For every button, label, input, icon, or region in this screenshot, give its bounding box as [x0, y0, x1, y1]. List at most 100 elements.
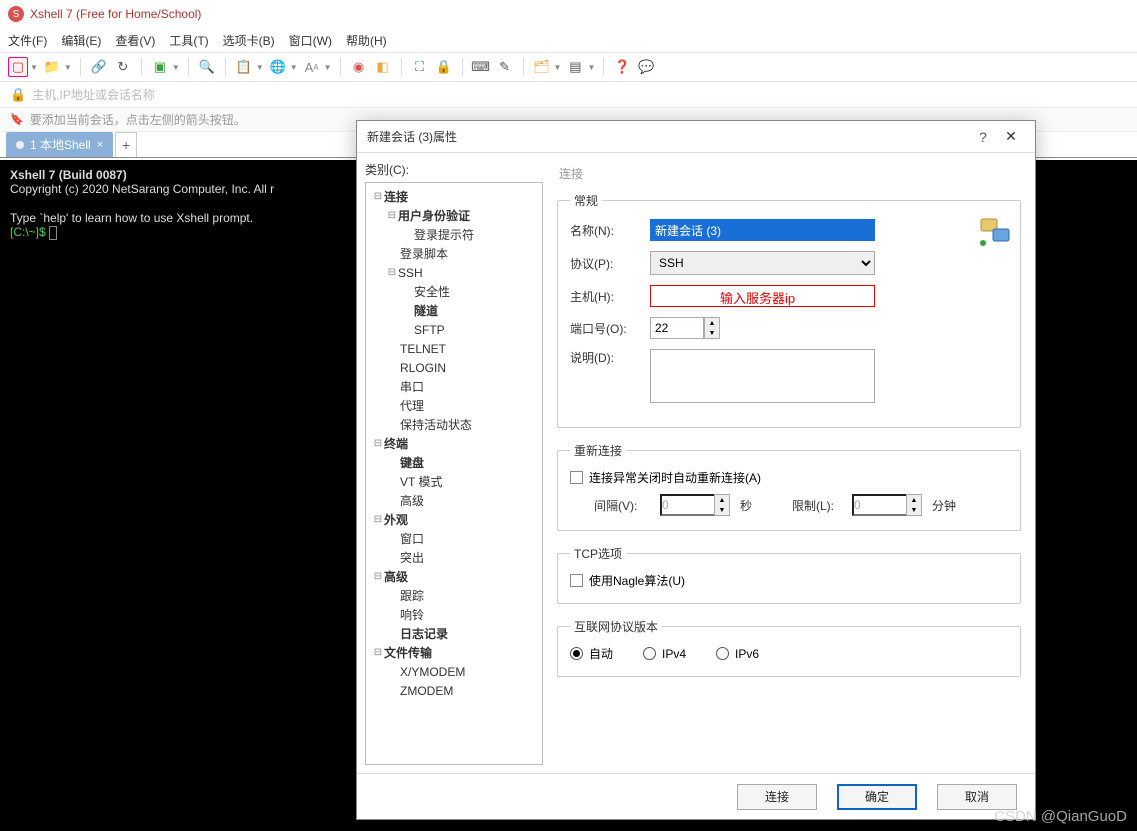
- category-tree[interactable]: ⊟连接 ⊟用户身份验证 登录提示符 登录脚本 ⊟SSH 安全性 隧道 SFTP …: [365, 182, 543, 765]
- tree-item-trace[interactable]: 跟踪: [400, 587, 424, 604]
- dropdown-icon[interactable]: ▼: [554, 63, 562, 72]
- tree-item-xymodem[interactable]: X/YMODEM: [400, 665, 465, 679]
- menu-help[interactable]: 帮助(H): [346, 32, 387, 49]
- dropdown-icon[interactable]: ▼: [64, 63, 72, 72]
- general-group: 常规 名称(N): 协议(P): SSH 主机(H): 输入服务器ip 端口号(…: [557, 192, 1021, 428]
- font-icon[interactable]: AA: [302, 57, 322, 77]
- menu-edit[interactable]: 编辑(E): [61, 32, 101, 49]
- collapse-icon[interactable]: ⊟: [386, 267, 398, 278]
- copy-icon[interactable]: 📋: [234, 57, 254, 77]
- ipver-ipv6-radio[interactable]: IPv6: [716, 647, 759, 661]
- tree-item-advanced[interactable]: 高级: [400, 492, 424, 509]
- spin-up-icon[interactable]: ▲: [907, 495, 921, 505]
- ok-button[interactable]: 确定: [837, 784, 917, 810]
- info-icon[interactable]: ❓: [612, 57, 632, 77]
- menu-tools[interactable]: 工具(T): [169, 32, 208, 49]
- keyboard-icon[interactable]: ⌨: [471, 57, 491, 77]
- session-tab[interactable]: 1 本地Shell ×: [6, 132, 113, 157]
- tree-item-proxy[interactable]: 代理: [400, 397, 424, 414]
- help-icon[interactable]: ?: [969, 129, 997, 145]
- tree-item-appearance[interactable]: 外观: [384, 511, 408, 528]
- address-input[interactable]: 主机,IP地址或会话名称: [32, 86, 155, 103]
- tree-item-keyboard[interactable]: 键盘: [400, 454, 424, 471]
- tree-item-connection[interactable]: 连接: [384, 188, 408, 205]
- open-icon[interactable]: 📁: [42, 57, 62, 77]
- add-tab-button[interactable]: +: [115, 132, 137, 157]
- menu-tabs[interactable]: 选项卡(B): [223, 32, 275, 49]
- tree-item-bell[interactable]: 响铃: [400, 606, 424, 623]
- limit-input[interactable]: [852, 494, 906, 516]
- name-input[interactable]: [650, 219, 875, 241]
- tree-item-vt[interactable]: VT 模式: [400, 473, 442, 490]
- collapse-icon[interactable]: ⊟: [372, 438, 384, 449]
- nagle-checkbox[interactable]: 使用Nagle算法(U): [570, 572, 1008, 589]
- new-session-icon[interactable]: ▢: [8, 57, 28, 77]
- dropdown-icon[interactable]: ▼: [324, 63, 332, 72]
- lock-icon[interactable]: 🔒: [434, 57, 454, 77]
- bookmark-icon[interactable]: 🔖: [10, 113, 24, 126]
- spin-up-icon[interactable]: ▲: [705, 318, 719, 328]
- dropdown-icon[interactable]: ▼: [587, 63, 595, 72]
- tree-item-security[interactable]: 安全性: [414, 283, 450, 300]
- hint-text: 要添加当前会话，点击左侧的箭头按钮。: [30, 111, 246, 128]
- protocol-select[interactable]: SSH: [650, 251, 875, 275]
- spin-down-icon[interactable]: ▼: [907, 505, 921, 515]
- collapse-icon[interactable]: ⊟: [372, 647, 384, 658]
- close-icon[interactable]: ✕: [997, 128, 1025, 145]
- host-input[interactable]: [650, 285, 875, 307]
- globe-icon[interactable]: 🌐: [268, 57, 288, 77]
- spin-down-icon[interactable]: ▼: [715, 505, 729, 515]
- tree-item-popup[interactable]: 突出: [400, 549, 424, 566]
- interval-input[interactable]: [660, 494, 714, 516]
- desc-textarea[interactable]: [650, 349, 875, 403]
- fullscreen-icon[interactable]: ⛶: [410, 57, 430, 77]
- color-scheme-icon[interactable]: ◉: [349, 57, 369, 77]
- ipver-auto-radio[interactable]: 自动: [570, 645, 613, 662]
- menu-file[interactable]: 文件(F): [8, 32, 47, 49]
- tree-item-login-prompt[interactable]: 登录提示符: [414, 226, 474, 243]
- tree-item-logging[interactable]: 日志记录: [400, 625, 448, 642]
- chat-icon[interactable]: 💬: [636, 57, 656, 77]
- layout-icon[interactable]: ▤: [565, 57, 585, 77]
- dropdown-icon[interactable]: ▼: [30, 63, 38, 72]
- search-icon[interactable]: 🔍: [197, 57, 217, 77]
- tree-item-login-script[interactable]: 登录脚本: [400, 245, 448, 262]
- spin-down-icon[interactable]: ▼: [705, 328, 719, 338]
- collapse-icon[interactable]: ⊟: [386, 210, 398, 221]
- refresh-icon[interactable]: ↻: [113, 57, 133, 77]
- link-icon[interactable]: 🔗: [89, 57, 109, 77]
- tree-item-tunnel[interactable]: 隧道: [414, 302, 438, 319]
- dropdown-icon[interactable]: ▼: [172, 63, 180, 72]
- tree-item-serial[interactable]: 串口: [400, 378, 424, 395]
- star-icon[interactable]: ◧: [373, 57, 393, 77]
- dropdown-icon[interactable]: ▼: [290, 63, 298, 72]
- connect-button[interactable]: 连接: [737, 784, 817, 810]
- tree-item-telnet[interactable]: TELNET: [400, 342, 446, 356]
- port-input[interactable]: [650, 317, 704, 339]
- collapse-icon[interactable]: ⊟: [372, 514, 384, 525]
- dialog-titlebar: 新建会话 (3)属性 ? ✕: [357, 121, 1035, 153]
- disconnect-icon[interactable]: ▣: [150, 57, 170, 77]
- tree-item-ssh[interactable]: SSH: [398, 266, 423, 280]
- tree-item-advanced2[interactable]: 高级: [384, 568, 408, 585]
- tree-item-window[interactable]: 窗口: [400, 530, 424, 547]
- tree-item-filetransfer[interactable]: 文件传输: [384, 644, 432, 661]
- tree-item-zmodem[interactable]: ZMODEM: [400, 684, 453, 698]
- spin-up-icon[interactable]: ▲: [715, 495, 729, 505]
- tree-item-terminal[interactable]: 终端: [384, 435, 408, 452]
- highlight-icon[interactable]: ✎: [495, 57, 515, 77]
- ipver-ipv4-radio[interactable]: IPv4: [643, 647, 686, 661]
- dropdown-icon[interactable]: ▼: [256, 63, 264, 72]
- tab-close-icon[interactable]: ×: [97, 139, 103, 151]
- auto-reconnect-checkbox[interactable]: 连接异常关闭时自动重新连接(A): [570, 469, 1008, 486]
- tree-item-sftp[interactable]: SFTP: [414, 323, 445, 337]
- tree-item-keepalive[interactable]: 保持活动状态: [400, 416, 472, 433]
- collapse-icon[interactable]: ⊟: [372, 191, 384, 202]
- menu-view[interactable]: 查看(V): [115, 32, 155, 49]
- folder-tree-icon[interactable]: 🗂: [532, 57, 552, 77]
- tree-item-auth[interactable]: 用户身份验证: [398, 207, 470, 224]
- collapse-icon[interactable]: ⊟: [372, 571, 384, 582]
- menu-window[interactable]: 窗口(W): [289, 32, 332, 49]
- tree-item-rlogin[interactable]: RLOGIN: [400, 361, 446, 375]
- cancel-button[interactable]: 取消: [937, 784, 1017, 810]
